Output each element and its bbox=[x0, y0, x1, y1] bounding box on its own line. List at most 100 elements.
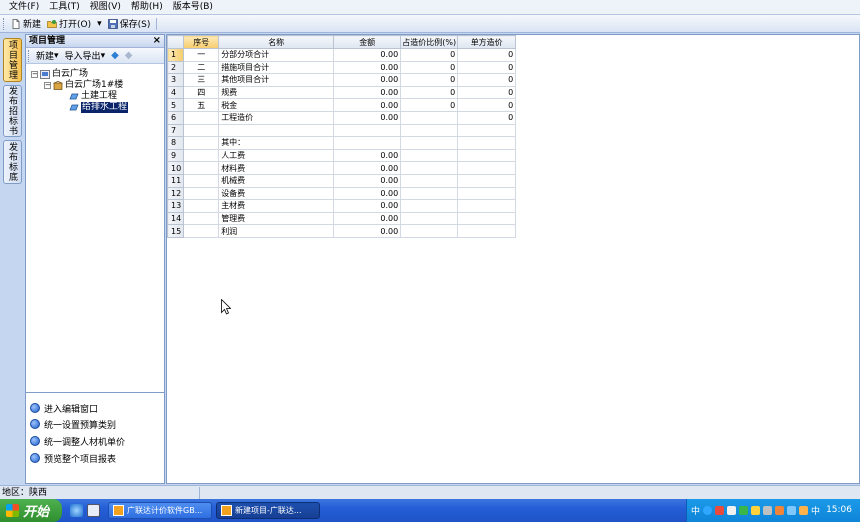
unit-cost-cell[interactable] bbox=[457, 123, 517, 138]
move-up-button[interactable]: ◆ bbox=[108, 48, 122, 64]
table-row[interactable]: 6 工程造价 0.00 0 bbox=[166, 110, 517, 125]
menu-version[interactable]: 版本号(B) bbox=[168, 0, 218, 14]
table-row[interactable]: 14 管理费 0.00 bbox=[166, 211, 517, 226]
unit-cost-cell[interactable] bbox=[457, 136, 517, 150]
tray-help-icon[interactable] bbox=[703, 506, 713, 515]
unit-cost-cell[interactable]: 0 bbox=[457, 60, 517, 75]
ratio-cell[interactable] bbox=[400, 123, 459, 138]
open-dropdown-button[interactable]: ▾ bbox=[94, 16, 105, 32]
name-cell[interactable]: 管理费 bbox=[218, 211, 335, 226]
ratio-cell[interactable] bbox=[400, 186, 459, 201]
unit-cost-cell[interactable]: 0 bbox=[457, 48, 517, 62]
table-row[interactable]: 10 材料费 0.00 bbox=[166, 161, 517, 175]
seq-cell[interactable]: 五 bbox=[183, 98, 220, 112]
amount-cell[interactable]: 0.00 bbox=[333, 224, 402, 238]
table-row[interactable]: 4 四规费 0.00 0 0 bbox=[166, 85, 517, 100]
column-header-unit-cost[interactable]: 单方造价 bbox=[457, 35, 517, 49]
tray-update-icon[interactable] bbox=[775, 506, 785, 515]
name-cell[interactable]: 人工费 bbox=[218, 148, 335, 163]
unit-cost-cell[interactable]: 0 bbox=[457, 73, 517, 87]
column-header-amount[interactable]: 金额 bbox=[333, 35, 402, 49]
amount-cell[interactable] bbox=[333, 123, 402, 138]
tray-ime-icon[interactable] bbox=[799, 506, 809, 515]
table-row[interactable]: 5 五税金 0.00 0 0 bbox=[166, 98, 517, 112]
tree-node-civil[interactable]: 土建工程 bbox=[69, 91, 117, 102]
menu-file[interactable]: 文件(F) bbox=[4, 0, 44, 14]
task-button-new-project[interactable]: 新建项目-广联达... bbox=[216, 502, 320, 519]
tree-node-project[interactable]: − 白云广场 bbox=[31, 69, 88, 80]
seq-cell[interactable]: 二 bbox=[183, 60, 220, 75]
table-row[interactable]: 3 三其他项目合计 0.00 0 0 bbox=[166, 73, 517, 87]
ratio-cell[interactable]: 0 bbox=[400, 85, 459, 100]
name-cell[interactable]: 税金 bbox=[218, 98, 335, 112]
column-header-seq[interactable]: 序号 bbox=[183, 35, 220, 49]
name-cell[interactable]: 材料费 bbox=[218, 161, 335, 175]
amount-cell[interactable] bbox=[333, 136, 402, 150]
collapse-icon[interactable]: − bbox=[44, 82, 51, 89]
tray-network-icon[interactable] bbox=[739, 506, 749, 515]
column-header-ratio[interactable]: 占造价比例(%) bbox=[400, 35, 459, 49]
action-set-budget-category[interactable]: 统一设置预算类别 bbox=[30, 418, 116, 431]
action-enter-edit[interactable]: 进入编辑窗口 bbox=[30, 402, 98, 415]
project-new-button[interactable]: 新建 ▾ bbox=[33, 48, 62, 64]
import-export-button[interactable]: 导入导出 ▾ bbox=[62, 48, 109, 64]
tree-node-building[interactable]: − 白云广场1#楼 bbox=[44, 80, 123, 91]
tray-security-icon[interactable] bbox=[787, 506, 797, 515]
name-cell[interactable]: 机械费 bbox=[218, 173, 335, 188]
ratio-cell[interactable]: 0 bbox=[400, 48, 459, 62]
tray-input-icon[interactable] bbox=[727, 506, 737, 515]
column-header-name[interactable]: 名称 bbox=[218, 35, 335, 49]
ratio-cell[interactable]: 0 bbox=[400, 98, 459, 112]
start-button[interactable]: 开始 bbox=[0, 499, 62, 522]
ratio-cell[interactable]: 0 bbox=[400, 73, 459, 87]
amount-cell[interactable]: 0.00 bbox=[333, 73, 402, 87]
name-cell[interactable] bbox=[218, 123, 335, 138]
table-row[interactable]: 7 bbox=[166, 123, 517, 138]
ratio-cell[interactable] bbox=[400, 224, 459, 238]
table-row[interactable]: 11 机械费 0.00 bbox=[166, 173, 517, 188]
menu-view[interactable]: 视图(V) bbox=[85, 0, 126, 14]
ratio-cell[interactable] bbox=[400, 211, 459, 226]
ime-indicator-2[interactable]: 中 bbox=[811, 504, 820, 517]
seq-cell[interactable] bbox=[183, 148, 220, 163]
amount-cell[interactable]: 0.00 bbox=[333, 211, 402, 226]
show-desktop-icon[interactable] bbox=[87, 504, 100, 517]
table-row[interactable]: 1 一分部分项合计 0.00 0 0 bbox=[166, 48, 517, 62]
ratio-cell[interactable] bbox=[400, 110, 459, 125]
unit-cost-cell[interactable]: 0 bbox=[457, 98, 517, 112]
amount-cell[interactable]: 0.00 bbox=[333, 199, 402, 213]
tab-publish-tender[interactable]: 发布招标书 bbox=[3, 85, 22, 137]
name-cell[interactable]: 措施项目合计 bbox=[218, 60, 335, 75]
action-adjust-unit-prices[interactable]: 统一调整人材机单价 bbox=[30, 435, 125, 448]
unit-cost-cell[interactable] bbox=[457, 199, 517, 213]
name-cell[interactable]: 规费 bbox=[218, 85, 335, 100]
table-row[interactable]: 9 人工费 0.00 bbox=[166, 148, 517, 163]
browser-icon[interactable] bbox=[70, 504, 83, 517]
name-cell[interactable]: 分部分项合计 bbox=[218, 48, 335, 62]
amount-cell[interactable]: 0.00 bbox=[333, 98, 402, 112]
amount-cell[interactable]: 0.00 bbox=[333, 110, 402, 125]
menu-tools[interactable]: 工具(T) bbox=[44, 0, 85, 14]
table-row[interactable]: 12 设备费 0.00 bbox=[166, 186, 517, 201]
seq-cell[interactable]: 一 bbox=[183, 48, 220, 62]
amount-cell[interactable]: 0.00 bbox=[333, 148, 402, 163]
unit-cost-cell[interactable] bbox=[457, 224, 517, 238]
ratio-cell[interactable] bbox=[400, 148, 459, 163]
clock[interactable]: 15:06 bbox=[826, 505, 852, 515]
unit-cost-cell[interactable] bbox=[457, 211, 517, 226]
seq-cell[interactable] bbox=[183, 211, 220, 226]
name-cell[interactable]: 利润 bbox=[218, 224, 335, 238]
unit-cost-cell[interactable]: 0 bbox=[457, 110, 517, 125]
tab-project-management[interactable]: 项目管理 bbox=[3, 38, 22, 82]
ratio-cell[interactable] bbox=[400, 136, 459, 150]
move-down-button[interactable]: ◆ bbox=[122, 48, 136, 64]
ratio-cell[interactable] bbox=[400, 161, 459, 175]
table-row[interactable]: 15 利润 0.00 bbox=[166, 224, 517, 238]
tray-shield-icon[interactable] bbox=[751, 506, 761, 515]
amount-cell[interactable]: 0.00 bbox=[333, 173, 402, 188]
tab-publish-base-price[interactable]: 发布标底 bbox=[3, 140, 22, 184]
action-preview-reports[interactable]: 预览整个项目报表 bbox=[30, 452, 116, 465]
table-row[interactable]: 2 二措施项目合计 0.00 0 0 bbox=[166, 60, 517, 75]
name-cell[interactable]: 其中： bbox=[218, 136, 335, 150]
amount-cell[interactable]: 0.00 bbox=[333, 60, 402, 75]
